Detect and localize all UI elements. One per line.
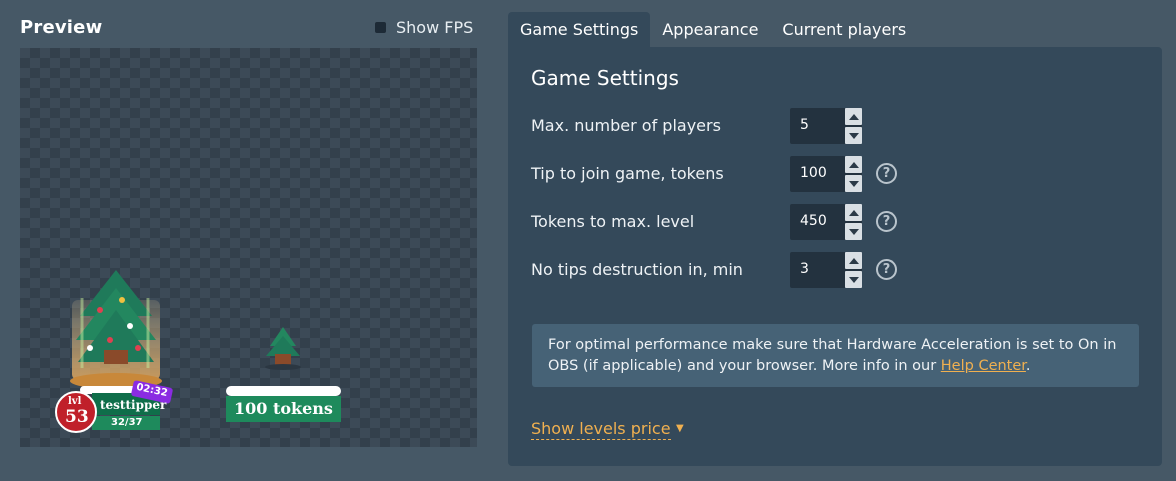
- arrow-down-icon: [848, 276, 859, 283]
- show-fps-label: Show FPS: [396, 18, 474, 37]
- increment-button[interactable]: [845, 156, 862, 173]
- level-label: lvl: [68, 396, 82, 407]
- increment-button[interactable]: [845, 108, 862, 125]
- checkbox-box[interactable]: [375, 22, 386, 33]
- preview-title: Preview: [20, 17, 103, 38]
- setting-label: No tips destruction in, min: [531, 260, 743, 279]
- settings-tabs: Game Settings Appearance Current players: [508, 12, 918, 47]
- game-settings-panel: Game Settings Max. number of players 5 T…: [508, 47, 1162, 466]
- player-progress: 32/37: [111, 417, 143, 428]
- tab-current-players[interactable]: Current players: [770, 12, 918, 47]
- arrow-down-icon: [848, 228, 859, 235]
- no-tips-destruction-stepper[interactable]: 3: [790, 252, 862, 288]
- stepper-value[interactable]: 450: [800, 213, 827, 229]
- game-preview-canvas: lvl 53 testtipper 32/37 02:32 100 tokens: [20, 48, 477, 447]
- increment-button[interactable]: [845, 252, 862, 269]
- player-name: testtipper: [100, 398, 167, 412]
- decrement-button[interactable]: [845, 223, 862, 240]
- arrow-down-icon: [848, 132, 859, 139]
- help-center-link[interactable]: Help Center: [941, 358, 1026, 374]
- show-levels-price-link[interactable]: Show levels price: [531, 419, 671, 440]
- setting-row-max-players: Max. number of players 5: [531, 108, 1131, 144]
- decrement-button[interactable]: [845, 175, 862, 192]
- stepper-value[interactable]: 100: [800, 165, 827, 181]
- tab-appearance[interactable]: Appearance: [650, 12, 770, 47]
- show-fps-checkbox[interactable]: Show FPS: [375, 18, 473, 37]
- arrow-up-icon: [848, 113, 859, 120]
- small-christmas-tree: [265, 327, 301, 370]
- setting-row-tokens-max-level: Tokens to max. level 450 ?: [531, 204, 1131, 240]
- arrow-up-icon: [848, 257, 859, 264]
- arrow-up-icon: [848, 161, 859, 168]
- tip-to-join-stepper[interactable]: 100: [790, 156, 862, 192]
- decrement-button[interactable]: [845, 127, 862, 144]
- caret-down-icon[interactable]: ▼: [676, 423, 684, 434]
- setting-row-tip-to-join: Tip to join game, tokens 100 ?: [531, 156, 1131, 192]
- arrow-down-icon: [848, 180, 859, 187]
- tokens-max-level-stepper[interactable]: 450: [790, 204, 862, 240]
- stepper-value[interactable]: 5: [800, 117, 809, 133]
- increment-button[interactable]: [845, 204, 862, 221]
- info-text: For optimal performance make sure that H…: [548, 337, 1117, 374]
- game-scene: [55, 270, 341, 433]
- setting-label: Max. number of players: [531, 116, 721, 135]
- info-text-end: .: [1025, 358, 1031, 374]
- help-icon[interactable]: ?: [876, 259, 897, 280]
- help-icon[interactable]: ?: [876, 211, 897, 232]
- arrow-up-icon: [848, 209, 859, 216]
- setting-label: Tip to join game, tokens: [531, 164, 724, 183]
- setting-label: Tokens to max. level: [531, 212, 695, 231]
- panel-title: Game Settings: [531, 66, 679, 90]
- tab-game-settings[interactable]: Game Settings: [508, 12, 651, 47]
- max-players-stepper[interactable]: 5: [790, 108, 862, 144]
- slot-tokens-text: 100 tokens: [234, 399, 333, 418]
- level-number: 53: [65, 407, 89, 427]
- help-icon[interactable]: ?: [876, 163, 897, 184]
- setting-row-no-tips-destruction: No tips destruction in, min 3 ?: [531, 252, 1131, 288]
- stepper-value[interactable]: 3: [800, 261, 809, 277]
- decrement-button[interactable]: [845, 271, 862, 288]
- performance-info-box: For optimal performance make sure that H…: [532, 324, 1139, 387]
